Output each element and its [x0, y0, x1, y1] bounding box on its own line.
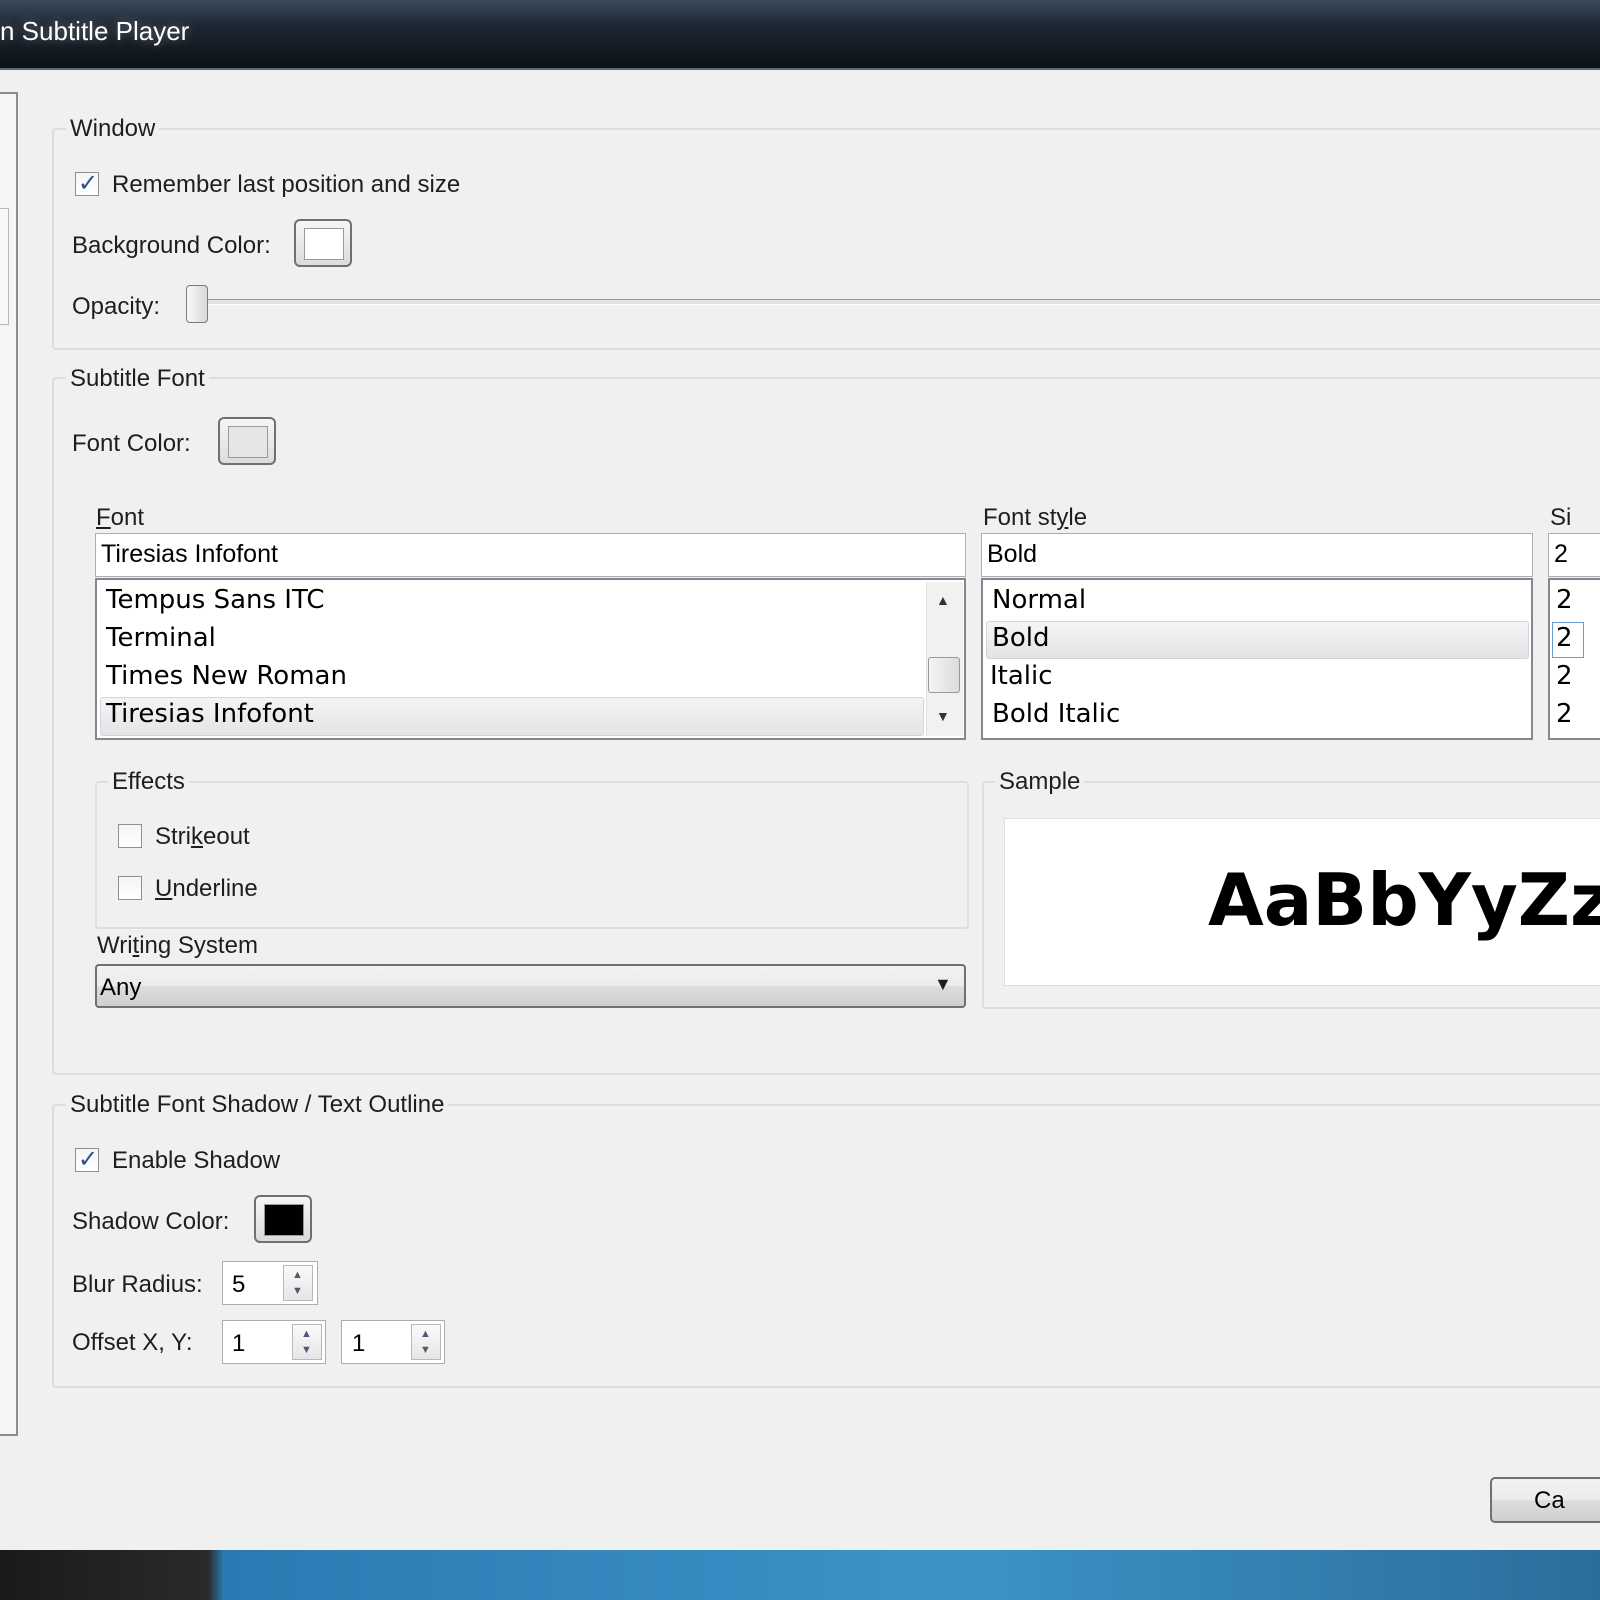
cancel-button-label: Ca	[1534, 1487, 1565, 1514]
enable-shadow-checkbox[interactable]: ✓	[75, 1146, 99, 1173]
chevron-down-icon: ▼	[934, 974, 952, 994]
subtitle-font-group-title: Subtitle Font	[66, 365, 209, 393]
strikeout-checkbox[interactable]	[118, 824, 142, 848]
scroll-up-icon[interactable]: ▲	[936, 592, 950, 608]
underline-label: Underline	[155, 875, 258, 902]
sample-group-title: Sample	[995, 768, 1085, 796]
blur-radius-spin-buttons[interactable]: ▲ ▼	[283, 1265, 313, 1301]
shadow-color-swatch	[264, 1204, 304, 1236]
check-icon: ✓	[78, 170, 99, 197]
spin-up-icon[interactable]: ▲	[420, 1328, 431, 1340]
opacity-label: Opacity:	[72, 293, 161, 320]
shadow-color-button[interactable]	[254, 1195, 312, 1243]
opacity-slider-track[interactable]	[205, 299, 1600, 305]
offset-label: Offset X, Y:	[72, 1329, 193, 1356]
blur-radius-label: Blur Radius:	[72, 1271, 203, 1298]
writing-system-label: Writing System	[97, 932, 258, 959]
font-style-input[interactable]: Bold	[981, 533, 1533, 577]
opacity-slider-thumb[interactable]	[186, 285, 208, 323]
offset-x-spin-buttons[interactable]: ▲ ▼	[292, 1324, 322, 1360]
taskbar	[0, 1550, 1600, 1600]
size-list-item[interactable]: 2	[1556, 699, 1573, 729]
remember-position-label: Remember last position and size	[112, 171, 461, 198]
font-color-label: Font Color:	[72, 430, 191, 457]
enable-shadow-label: Enable Shadow	[112, 1147, 281, 1174]
font-list-scroll-thumb[interactable]	[928, 657, 960, 693]
spin-up-icon[interactable]: ▲	[301, 1328, 312, 1340]
font-list-item-selected[interactable]: Tiresias Infofont	[106, 699, 314, 729]
left-panel-item[interactable]	[0, 208, 9, 325]
effects-group-title: Effects	[108, 768, 189, 796]
font-style-item-selected[interactable]: Bold	[992, 623, 1049, 653]
font-list-item[interactable]: Times New Roman	[106, 661, 347, 691]
size-list-item-selected[interactable]: 2	[1556, 623, 1573, 653]
shadow-color-label: Shadow Color:	[72, 1208, 230, 1235]
background-color-label: Background Color:	[72, 232, 271, 259]
sample-text: AaBbYyZz	[1208, 858, 1600, 942]
remember-position-checkbox[interactable]: ✓	[75, 170, 99, 197]
background-color-swatch	[304, 228, 344, 260]
offset-x-value[interactable]: 1	[232, 1330, 245, 1358]
offset-y-spin-buttons[interactable]: ▲ ▼	[411, 1324, 441, 1360]
font-style-item[interactable]: Italic	[990, 661, 1053, 691]
size-list-item[interactable]: 2	[1556, 661, 1573, 691]
font-color-button[interactable]	[218, 417, 276, 465]
strikeout-label: Strikeout	[155, 823, 250, 850]
background-color-button[interactable]	[294, 219, 352, 267]
font-list-item[interactable]: Terminal	[106, 623, 216, 653]
font-list-item[interactable]: Tempus Sans ITC	[106, 585, 325, 615]
size-input[interactable]: 2	[1548, 533, 1600, 577]
window-group	[52, 128, 1600, 350]
scroll-down-icon[interactable]: ▼	[936, 708, 950, 724]
spin-down-icon[interactable]: ▼	[292, 1285, 303, 1297]
shadow-group-title: Subtitle Font Shadow / Text Outline	[66, 1091, 449, 1119]
underline-checkbox[interactable]	[118, 876, 142, 900]
font-input[interactable]: Tiresias Infofont	[95, 533, 966, 577]
font-color-swatch	[228, 426, 268, 458]
check-icon: ✓	[78, 1146, 99, 1173]
size-list-item[interactable]: 2	[1556, 585, 1573, 615]
writing-system-dropdown[interactable]	[95, 964, 966, 1008]
font-style-label: Font style	[983, 504, 1088, 531]
spin-down-icon[interactable]: ▼	[420, 1344, 431, 1356]
window-group-title: Window	[66, 115, 160, 143]
font-style-list-selection	[986, 621, 1529, 659]
window-title: n Subtitle Player	[0, 16, 190, 46]
offset-y-value[interactable]: 1	[352, 1330, 365, 1358]
title-bar[interactable]	[0, 0, 1600, 70]
size-label: Si	[1550, 504, 1572, 531]
spin-down-icon[interactable]: ▼	[301, 1344, 312, 1356]
writing-system-value: Any	[100, 974, 142, 1001]
effects-group	[95, 781, 969, 929]
spin-up-icon[interactable]: ▲	[292, 1269, 303, 1281]
font-label: Font	[96, 504, 145, 531]
font-style-item[interactable]: Normal	[992, 585, 1086, 615]
font-style-item[interactable]: Bold Italic	[992, 699, 1120, 729]
blur-radius-value[interactable]: 5	[232, 1271, 245, 1299]
